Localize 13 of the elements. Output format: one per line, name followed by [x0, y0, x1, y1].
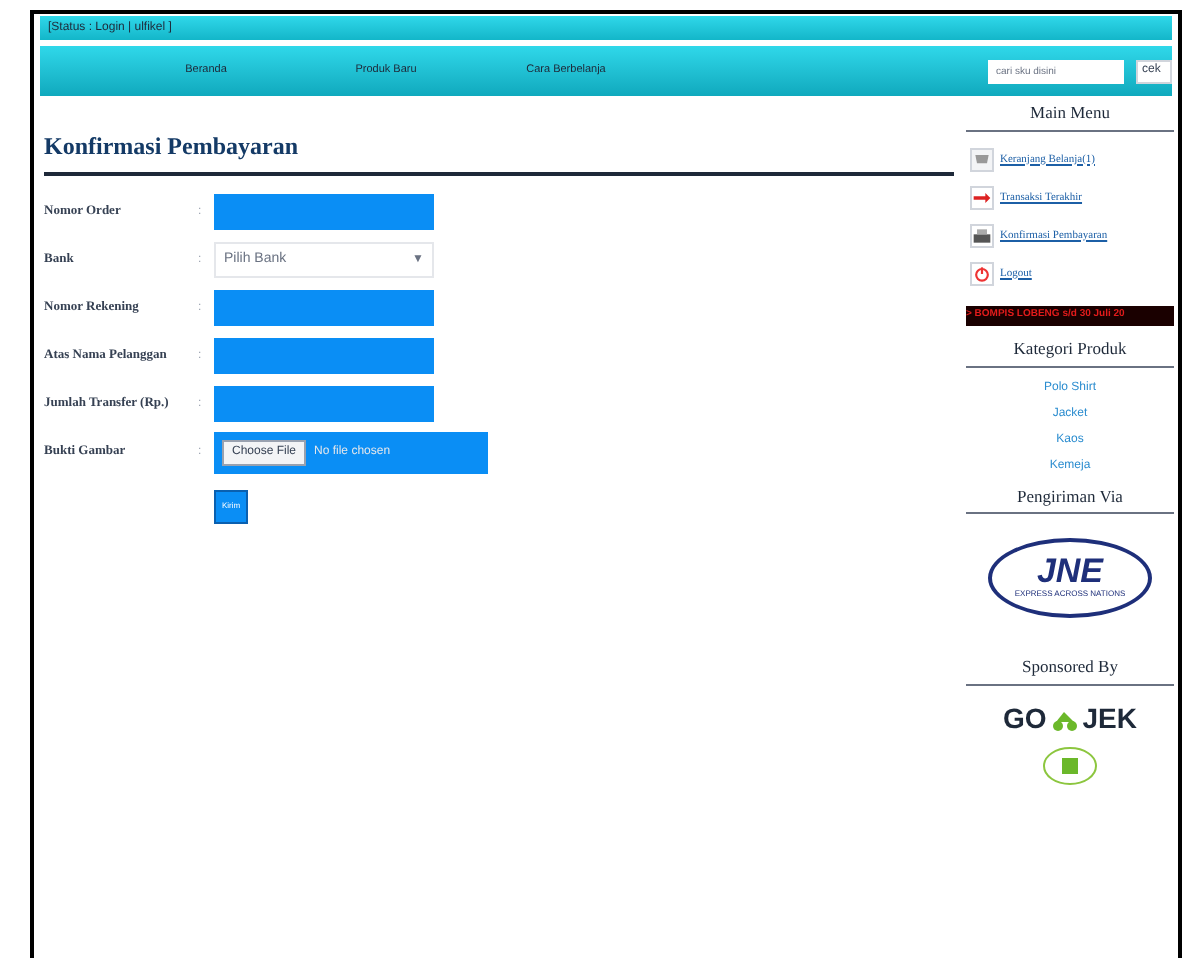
- input-field[interactable]: [214, 338, 434, 374]
- input-field[interactable]: [214, 194, 434, 230]
- input-field[interactable]: [214, 386, 434, 422]
- section-title: Sponsored By: [966, 654, 1174, 686]
- section-title: Pengiriman Via: [966, 483, 1174, 515]
- power-icon: [970, 261, 994, 286]
- page-heading: Konfirmasi Pembayaran: [44, 128, 954, 176]
- section-title: Kategori Produk: [966, 335, 1174, 367]
- cart-icon: [970, 147, 994, 172]
- input-field[interactable]: [214, 290, 434, 326]
- printer-icon: [970, 223, 994, 248]
- sponsor-logo: GO JEK: [966, 698, 1174, 786]
- section-title: Main Menu: [966, 100, 1174, 132]
